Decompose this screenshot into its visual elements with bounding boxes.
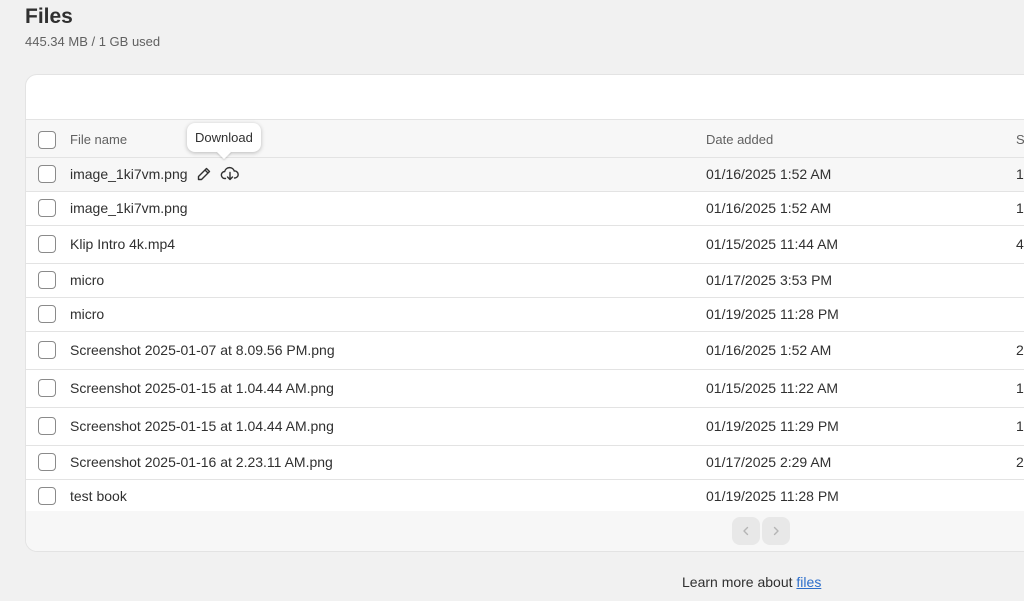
table-row[interactable]: test book 01/19/2025 11:28 PM (26, 480, 1024, 514)
file-name[interactable]: micro (70, 306, 104, 322)
row-checkbox[interactable] (38, 199, 56, 217)
row-checkbox[interactable] (38, 487, 56, 505)
date-added: 01/16/2025 1:52 AM (706, 200, 832, 216)
files-card: File name Date added S image_1ki7vm.png … (25, 74, 1024, 552)
chevron-left-icon (743, 526, 749, 536)
date-added: 01/19/2025 11:28 PM (706, 488, 839, 504)
file-name[interactable]: Screenshot 2025-01-15 at 1.04.44 AM.png (70, 380, 334, 396)
file-name[interactable]: Screenshot 2025-01-16 at 2.23.11 AM.png (70, 454, 333, 470)
table-row[interactable]: Screenshot 2025-01-16 at 2.23.11 AM.png … (26, 446, 1024, 480)
pagination (732, 517, 790, 545)
row-checkbox[interactable] (38, 417, 56, 435)
page-title: Files (25, 5, 73, 28)
card-toolbar (26, 75, 1024, 120)
file-name[interactable]: test book (70, 488, 127, 504)
column-header-file-name[interactable]: File name (70, 132, 127, 147)
date-added: 01/16/2025 1:52 AM (706, 342, 832, 358)
cloud-download-icon[interactable] (220, 164, 240, 184)
column-header-date-added[interactable]: Date added (706, 132, 773, 147)
file-size: 1! (1016, 200, 1024, 216)
date-added: 01/19/2025 11:28 PM (706, 306, 839, 322)
file-size: 1 (1016, 380, 1024, 396)
row-checkbox[interactable] (38, 379, 56, 397)
file-name[interactable]: Screenshot 2025-01-15 at 1.04.44 AM.png (70, 418, 334, 434)
row-actions (194, 164, 240, 184)
row-checkbox[interactable] (38, 453, 56, 471)
file-name[interactable]: micro (70, 272, 104, 288)
next-page-button[interactable] (762, 517, 790, 545)
table-row[interactable]: image_1ki7vm.png 01/16/2025 1:52 AM 1! (26, 158, 1024, 192)
row-checkbox[interactable] (38, 305, 56, 323)
table-header: File name Date added S (26, 120, 1024, 158)
file-name[interactable]: Screenshot 2025-01-07 at 8.09.56 PM.png (70, 342, 335, 358)
file-size: 1! (1016, 166, 1024, 182)
table-row[interactable]: micro 01/17/2025 3:53 PM (26, 264, 1024, 298)
storage-usage: 445.34 MB / 1 GB used (25, 34, 161, 49)
previous-page-button[interactable] (732, 517, 760, 545)
file-size: 4 (1016, 236, 1024, 252)
date-added: 01/19/2025 11:29 PM (706, 418, 839, 434)
table-row[interactable]: micro 01/19/2025 11:28 PM (26, 298, 1024, 332)
learn-more-text: Learn more about (682, 574, 793, 590)
table-row[interactable]: Klip Intro 4k.mp4 01/15/2025 11:44 AM 4 (26, 226, 1024, 264)
row-checkbox[interactable] (38, 235, 56, 253)
pagination-bar (26, 511, 1024, 551)
date-added: 01/17/2025 2:29 AM (706, 454, 832, 470)
table-row[interactable]: image_1ki7vm.png 01/16/2025 1:52 AM 1! (26, 192, 1024, 226)
table-row[interactable]: Screenshot 2025-01-15 at 1.04.44 AM.png … (26, 370, 1024, 408)
learn-more: Learn more about files (682, 574, 821, 590)
row-checkbox[interactable] (38, 271, 56, 289)
date-added: 01/15/2025 11:44 AM (706, 236, 839, 252)
pencil-icon[interactable] (194, 164, 214, 184)
table-row[interactable]: Screenshot 2025-01-07 at 8.09.56 PM.png … (26, 332, 1024, 370)
file-size: 2 (1016, 454, 1024, 470)
download-tooltip: Download (187, 123, 261, 160)
row-checkbox[interactable] (38, 341, 56, 359)
file-name[interactable]: image_1ki7vm.png (70, 200, 188, 216)
select-all-checkbox[interactable] (38, 131, 56, 149)
row-checkbox[interactable] (38, 165, 56, 183)
file-name[interactable]: Klip Intro 4k.mp4 (70, 236, 175, 252)
table-row[interactable]: Screenshot 2025-01-15 at 1.04.44 AM.png … (26, 408, 1024, 446)
chevron-right-icon (773, 526, 779, 536)
date-added: 01/16/2025 1:52 AM (706, 166, 832, 182)
tooltip-label: Download (195, 130, 253, 145)
file-size: 2 (1016, 342, 1024, 358)
date-added: 01/15/2025 11:22 AM (706, 380, 839, 396)
column-header-size[interactable]: S (1016, 132, 1024, 147)
file-size: 1 (1016, 418, 1024, 434)
files-help-link[interactable]: files (796, 574, 821, 590)
date-added: 01/17/2025 3:53 PM (706, 272, 833, 288)
file-name[interactable]: image_1ki7vm.png (70, 166, 188, 182)
